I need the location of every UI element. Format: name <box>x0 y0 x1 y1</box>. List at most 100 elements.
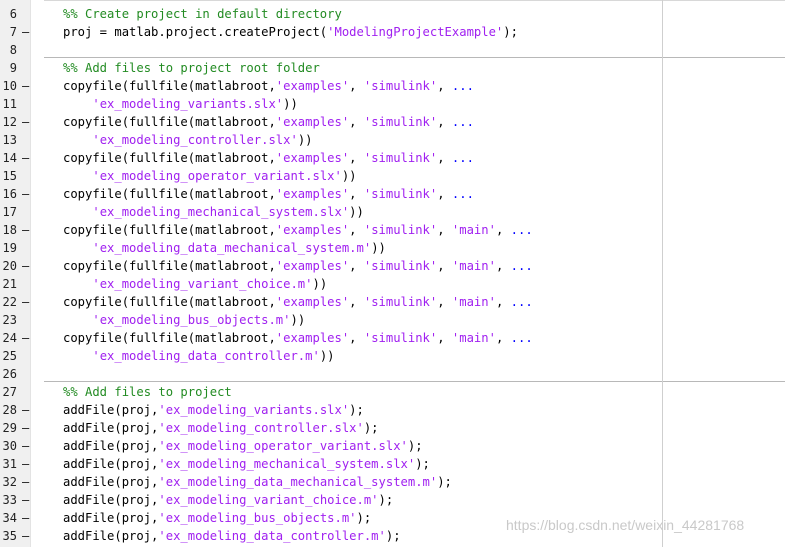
comment-token: %% Add files to project <box>63 385 232 399</box>
code-token: )) <box>371 241 386 255</box>
breakpoint-dash-marker[interactable]: – <box>22 473 29 491</box>
breakpoint-dash-marker[interactable]: – <box>22 329 29 347</box>
breakpoint-dash-marker[interactable]: – <box>22 401 29 419</box>
code-line[interactable]: 20– copyfile(fullfile(matlabroot,'example… <box>0 257 785 275</box>
string-token: 'simulink' <box>363 295 438 309</box>
code-line[interactable]: 10– copyfile(fullfile(matlabroot,'example… <box>0 77 785 95</box>
line-number: 19 <box>2 241 17 255</box>
code-line[interactable]: 31– addFile(proj,'ex_modeling_mechanical_… <box>0 455 785 473</box>
code-token: copyfile(fullfile(matlabroot, <box>63 223 276 237</box>
continuation-token: ... <box>451 151 474 165</box>
line-number: 15 <box>2 169 17 183</box>
code-text: copyfile(fullfile(matlabroot,'examples',… <box>63 293 533 311</box>
code-line[interactable]: 28– addFile(proj,'ex_modeling_variants.sl… <box>0 401 785 419</box>
code-token: copyfile(fullfile(matlabroot, <box>63 151 276 165</box>
code-text: addFile(proj,'ex_modeling_data_mechanica… <box>63 473 452 491</box>
breakpoint-dash-marker[interactable]: – <box>22 77 29 95</box>
code-text: copyfile(fullfile(matlabroot,'examples',… <box>63 257 533 275</box>
code-text: addFile(proj,'ex_modeling_data_controlle… <box>63 527 401 545</box>
code-line[interactable]: 6 %% Create project in default directory <box>0 5 785 23</box>
code-line[interactable]: 32– addFile(proj,'ex_modeling_data_mechan… <box>0 473 785 491</box>
code-token: , <box>349 151 364 165</box>
code-line[interactable]: 19 'ex_modeling_data_mechanical_system.m… <box>0 239 785 257</box>
string-token: 'examples' <box>275 331 350 345</box>
code-token: , <box>437 79 452 93</box>
code-token: , <box>437 151 452 165</box>
code-text: addFile(proj,'ex_modeling_mechanical_sys… <box>63 455 430 473</box>
code-token: , <box>495 331 511 345</box>
code-line[interactable]: 9 %% Add files to project root folder <box>0 57 785 77</box>
code-token: copyfile(fullfile(matlabroot, <box>63 295 276 309</box>
code-text: addFile(proj,'ex_modeling_bus_objects.m'… <box>63 509 371 527</box>
code-token: addFile(proj, <box>63 493 159 507</box>
breakpoint-dash-marker[interactable]: – <box>22 23 29 41</box>
breakpoint-dash-marker[interactable]: – <box>22 293 29 311</box>
breakpoint-dash-marker[interactable]: – <box>22 509 29 527</box>
code-line[interactable]: 33– addFile(proj,'ex_modeling_variant_cho… <box>0 491 785 509</box>
continuation-token: ... <box>510 331 533 345</box>
string-token: 'simulink' <box>363 259 438 273</box>
code-line[interactable]: 17 'ex_modeling_mechanical_system.slx')) <box>0 203 785 221</box>
breakpoint-dash-marker[interactable]: – <box>22 419 29 437</box>
code-line[interactable]: 18– copyfile(fullfile(matlabroot,'example… <box>0 221 785 239</box>
breakpoint-dash-marker[interactable]: – <box>22 113 29 131</box>
code-editor[interactable]: 6 %% Create project in default directory 7… <box>0 0 785 547</box>
continuation-token: ... <box>510 223 533 237</box>
line-number: 31 <box>2 457 17 471</box>
code-line[interactable]: 22– copyfile(fullfile(matlabroot,'example… <box>0 293 785 311</box>
breakpoint-dash-marker[interactable]: – <box>22 221 29 239</box>
breakpoint-dash-marker[interactable]: – <box>22 491 29 509</box>
string-token: 'simulink' <box>363 79 438 93</box>
code-token: , <box>349 331 364 345</box>
line-number: 35 <box>2 529 17 543</box>
breakpoint-dash-marker[interactable]: – <box>22 185 29 203</box>
code-text: copyfile(fullfile(matlabroot,'examples',… <box>63 221 533 239</box>
code-text: 'ex_modeling_variant_choice.m')) <box>63 275 327 293</box>
code-line[interactable]: 23 'ex_modeling_bus_objects.m')) <box>0 311 785 329</box>
code-line[interactable]: 27 %% Add files to project <box>0 381 785 401</box>
code-line[interactable]: 16– copyfile(fullfile(matlabroot,'example… <box>0 185 785 203</box>
code-line[interactable]: 29– addFile(proj,'ex_modeling_controller.… <box>0 419 785 437</box>
line-number: 7 <box>9 25 17 39</box>
string-token: 'examples' <box>275 187 350 201</box>
code-token: , <box>349 259 364 273</box>
code-line[interactable]: 15 'ex_modeling_operator_variant.slx')) <box>0 167 785 185</box>
breakpoint-dash-marker[interactable]: – <box>22 455 29 473</box>
code-line[interactable]: 21 'ex_modeling_variant_choice.m')) <box>0 275 785 293</box>
code-token: , <box>349 223 364 237</box>
code-text: copyfile(fullfile(matlabroot,'examples',… <box>63 113 474 131</box>
breakpoint-dash-marker[interactable]: – <box>22 437 29 455</box>
code-text: 'ex_modeling_operator_variant.slx')) <box>63 167 356 185</box>
code-line[interactable]: 13 'ex_modeling_controller.slx')) <box>0 131 785 149</box>
code-token: addFile(proj, <box>63 439 159 453</box>
code-token: , <box>349 115 364 129</box>
breakpoint-dash-marker[interactable]: – <box>22 257 29 275</box>
code-line[interactable]: 7– proj = matlab.project.createProject('M… <box>0 23 785 41</box>
code-line[interactable]: 14– copyfile(fullfile(matlabroot,'example… <box>0 149 785 167</box>
code-token: addFile(proj, <box>63 457 159 471</box>
line-number: 16 <box>2 187 17 201</box>
line-number: 29 <box>2 421 17 435</box>
code-token: copyfile(fullfile(matlabroot, <box>63 115 276 129</box>
cell-divider <box>44 57 662 58</box>
breakpoint-dash-marker[interactable]: – <box>22 527 29 545</box>
code-line[interactable]: 25 'ex_modeling_data_controller.m')) <box>0 347 785 365</box>
line-number: 33 <box>2 493 17 507</box>
continuation-token: ... <box>510 295 533 309</box>
breakpoint-dash-marker[interactable]: – <box>22 149 29 167</box>
code-text: copyfile(fullfile(matlabroot,'examples',… <box>63 185 474 203</box>
line-number: 25 <box>2 349 17 363</box>
code-line[interactable]: 12– copyfile(fullfile(matlabroot,'example… <box>0 113 785 131</box>
code-text: %% Add files to project root folder <box>63 59 320 77</box>
code-text: copyfile(fullfile(matlabroot,'examples',… <box>63 77 474 95</box>
code-line[interactable]: 30– addFile(proj,'ex_modeling_operator_va… <box>0 437 785 455</box>
string-token: 'simulink' <box>363 223 438 237</box>
code-token: , <box>437 187 452 201</box>
code-line[interactable]: 11 'ex_modeling_variants.slx')) <box>0 95 785 113</box>
line-number: 17 <box>2 205 17 219</box>
code-line[interactable]: 24– copyfile(fullfile(matlabroot,'example… <box>0 329 785 347</box>
code-token: ); <box>385 529 401 543</box>
